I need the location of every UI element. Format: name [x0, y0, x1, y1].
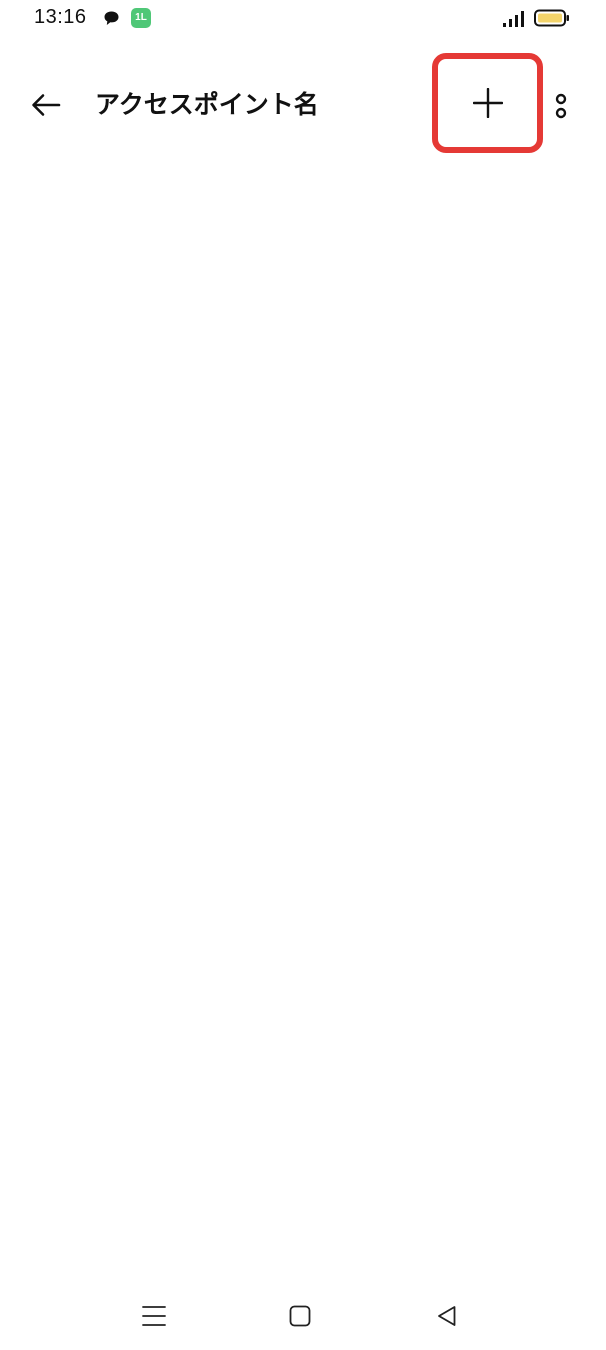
back-button[interactable] [22, 81, 70, 129]
menu-icon [142, 1306, 166, 1326]
more-vertical-icon [555, 93, 567, 119]
plus-icon [472, 88, 503, 118]
recent-apps-button[interactable] [130, 1292, 178, 1340]
chat-bubble-icon [104, 11, 119, 25]
signal-icon [503, 11, 524, 27]
home-icon [289, 1305, 311, 1327]
access-point-list [0, 160, 606, 1270]
battery-icon [534, 9, 569, 27]
nav-back-button[interactable] [423, 1292, 471, 1340]
navigation-bar [0, 1280, 606, 1350]
home-button[interactable] [276, 1292, 324, 1340]
arrow-left-icon [32, 94, 61, 116]
add-access-point-button[interactable] [432, 53, 543, 153]
back-triangle-icon [438, 1306, 456, 1326]
app-bar: アクセスポイント名 [0, 53, 606, 153]
status-time: 13:16 [34, 6, 87, 28]
more-options-button[interactable] [546, 84, 576, 128]
page-title: アクセスポイント名 [95, 90, 319, 119]
status-bar: 13:16 1L [0, 0, 606, 40]
app-notification-icon: 1L [131, 8, 151, 28]
